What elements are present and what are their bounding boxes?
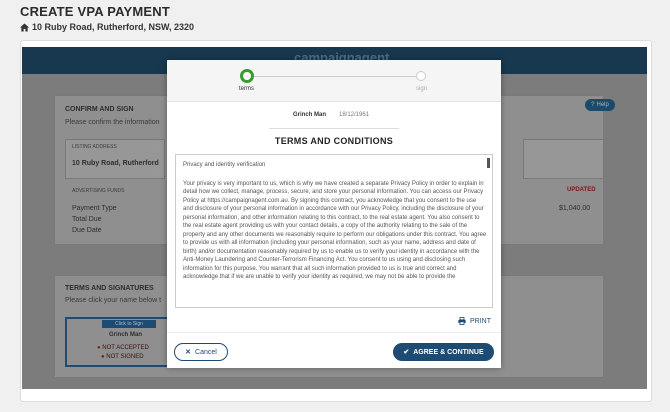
printer-icon — [458, 317, 466, 325]
cancel-label: Cancel — [195, 348, 217, 356]
terms-scrollbar[interactable] — [487, 158, 490, 168]
step-sign-dot — [416, 71, 426, 81]
print-label: PRINT — [470, 317, 491, 325]
amount-value: $1,040.00 — [559, 205, 591, 212]
agree-label: AGREE & CONTINUE — [413, 348, 484, 356]
divider — [269, 128, 399, 129]
listing-address-label: LISTING ADDRESS — [72, 144, 117, 150]
terms-modal: terms sign Grinch Man 18/12/1961 TERMS A… — [167, 60, 501, 368]
terms-heading: Privacy and identity verification — [183, 162, 266, 168]
signature-card[interactable]: Click to Sign Grinch Man ● NOT ACCEPTED … — [65, 317, 177, 367]
agree-continue-button[interactable]: ✔ AGREE & CONTINUE — [393, 343, 494, 361]
cancel-button[interactable]: ✕ Cancel — [174, 343, 228, 361]
stepper: terms sign — [167, 60, 501, 102]
signer-dob: 18/12/1961 — [339, 112, 370, 118]
x-circle-icon: ● — [101, 354, 105, 360]
footer-divider — [167, 332, 501, 333]
terms-scroll-area[interactable]: Privacy and identity verification Your p… — [175, 154, 493, 308]
signature-card-name: Grinch Man — [109, 332, 143, 338]
help-label: Help — [596, 102, 609, 108]
step-terms-label: terms — [239, 86, 254, 92]
terms-body: Your privacy is very important to us, wh… — [183, 181, 487, 280]
advertising-funds-label: ADVERTISING FUNDS — [72, 188, 125, 194]
signatures-section-subtitle: Please click your name below t — [65, 297, 162, 304]
close-icon: ✕ — [185, 349, 192, 356]
stepper-line — [247, 76, 421, 77]
signatures-section-title: TERMS AND SIGNATURES — [65, 285, 154, 292]
x-circle-icon: ● — [97, 345, 101, 351]
step-sign-label: sign — [416, 86, 428, 92]
click-to-sign-badge[interactable]: Click to Sign — [102, 320, 156, 328]
listing-address-box-right — [523, 139, 604, 179]
not-accepted-status: ● NOT ACCEPTED — [97, 345, 149, 351]
total-due-label: Total Due — [72, 216, 102, 223]
property-address: 10 Ruby Road, Rutherford, NSW, 2320 — [20, 22, 194, 32]
payment-type-label: Payment Type — [72, 205, 117, 212]
question-icon: ? — [591, 102, 595, 108]
not-signed-status: ● NOT SIGNED — [101, 354, 144, 360]
print-button[interactable]: PRINT — [458, 317, 491, 325]
updated-badge: UPDATED — [567, 187, 596, 193]
address-text: 10 Ruby Road, Rutherford, NSW, 2320 — [32, 22, 195, 32]
help-button[interactable]: ? Help — [585, 99, 615, 111]
confirm-section-subtitle: Please confirm the information — [65, 119, 160, 126]
home-icon — [20, 22, 29, 32]
page-title: CREATE VPA PAYMENT — [20, 4, 170, 19]
step-terms-dot — [240, 69, 254, 83]
modal-title: TERMS AND CONDITIONS — [274, 136, 394, 146]
confirm-section-title: CONFIRM AND SIGN — [65, 106, 134, 113]
signer-name: Grinch Man — [293, 112, 327, 118]
check-icon: ✔ — [403, 349, 410, 356]
listing-address-value: 10 Ruby Road, Rutherford — [72, 160, 159, 167]
due-date-label: Due Date — [72, 227, 102, 234]
